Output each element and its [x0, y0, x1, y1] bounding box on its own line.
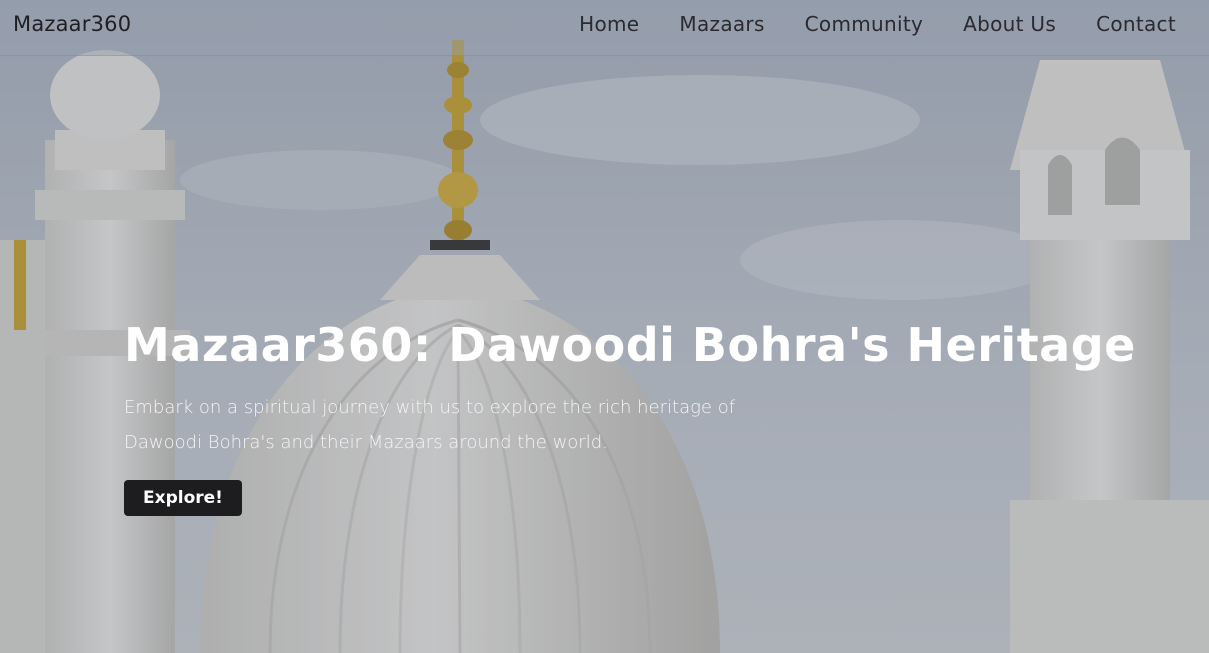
landing-page: Mazaar360 Home Mazaars Community About U…: [0, 0, 1209, 653]
nav-link-community[interactable]: Community: [805, 12, 923, 36]
nav-link-contact[interactable]: Contact: [1096, 12, 1176, 36]
nav-link-about-us[interactable]: About Us: [963, 12, 1056, 36]
nav-item-contact: Contact: [1096, 12, 1176, 36]
nav-link-mazaars[interactable]: Mazaars: [679, 12, 764, 36]
nav-item-home: Home: [579, 12, 639, 36]
nav-item-community: Community: [805, 12, 923, 36]
hero-section: Mazaar360: Dawoodi Bohra's Heritage Emba…: [124, 314, 1136, 516]
nav-link-home[interactable]: Home: [579, 12, 639, 36]
nav-item-about-us: About Us: [963, 12, 1056, 36]
hero-title: Mazaar360: Dawoodi Bohra's Heritage: [124, 318, 1136, 372]
nav-item-mazaars: Mazaars: [679, 12, 764, 36]
explore-button[interactable]: Explore!: [124, 480, 242, 516]
brand-logo-link[interactable]: Mazaar360: [13, 12, 131, 36]
hero-subtitle: Embark on a spiritual journey with us to…: [124, 397, 736, 453]
nav-links: Home Mazaars Community About Us Contact: [579, 12, 1176, 36]
top-navbar: Mazaar360 Home Mazaars Community About U…: [0, 0, 1209, 56]
